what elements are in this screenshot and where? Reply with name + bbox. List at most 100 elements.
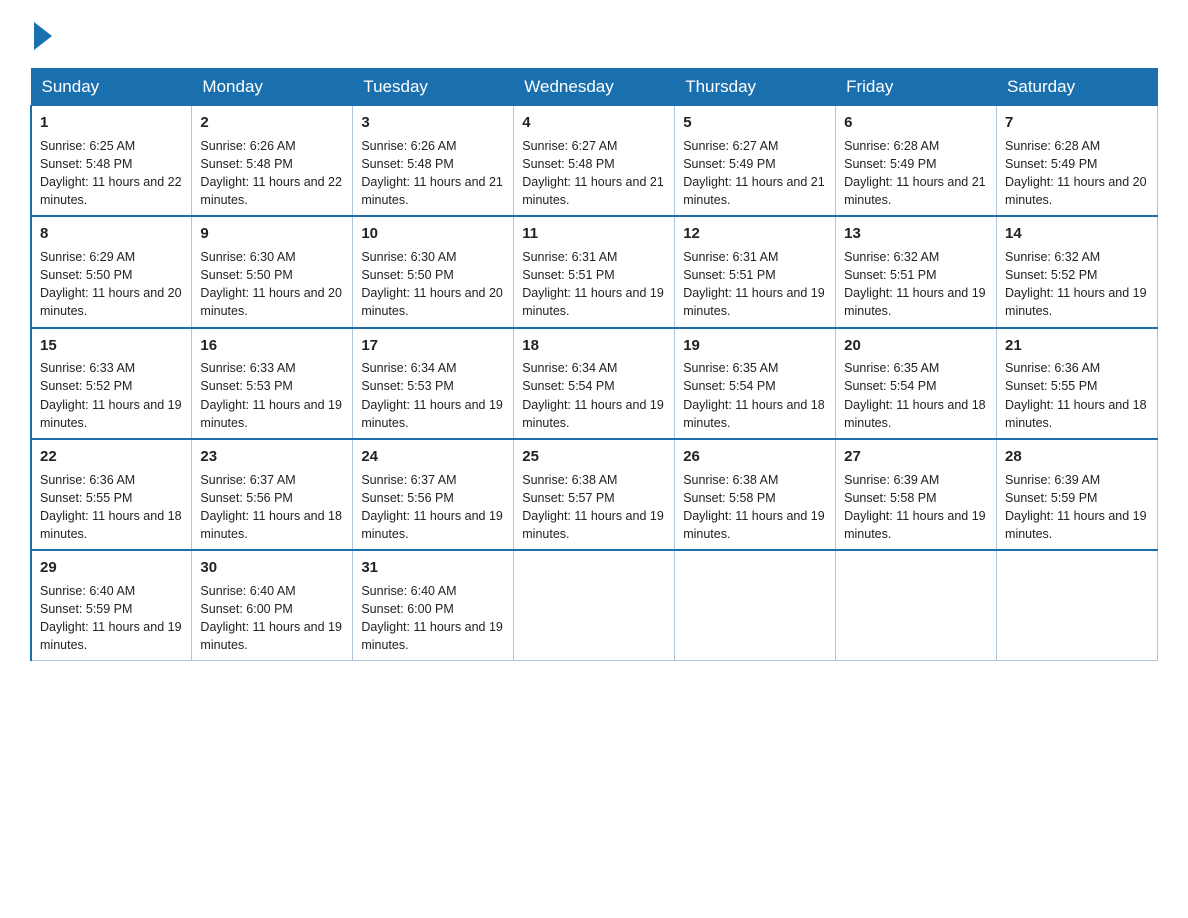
calendar-cell <box>836 550 997 661</box>
day-info: Sunrise: 6:34 AMSunset: 5:54 PMDaylight:… <box>522 359 666 432</box>
day-info: Sunrise: 6:40 AMSunset: 5:59 PMDaylight:… <box>40 582 183 655</box>
calendar-cell: 15Sunrise: 6:33 AMSunset: 5:52 PMDayligh… <box>31 328 192 439</box>
day-number: 19 <box>683 335 827 357</box>
day-number: 6 <box>844 112 988 134</box>
column-header-thursday: Thursday <box>675 69 836 106</box>
day-info: Sunrise: 6:26 AMSunset: 5:48 PMDaylight:… <box>200 137 344 210</box>
day-number: 17 <box>361 335 505 357</box>
day-info: Sunrise: 6:35 AMSunset: 5:54 PMDaylight:… <box>844 359 988 432</box>
day-number: 16 <box>200 335 344 357</box>
calendar-cell: 14 Sunrise: 6:32 AMSunset: 5:52 PMDayligh… <box>997 216 1158 327</box>
day-number: 1 <box>40 112 183 134</box>
calendar-cell: 5 Sunrise: 6:27 AMSunset: 5:49 PMDaylight… <box>675 106 836 217</box>
day-number: 10 <box>361 223 505 245</box>
day-info: Sunrise: 6:31 AMSunset: 5:51 PMDaylight:… <box>683 248 827 321</box>
day-info: Sunrise: 6:32 AMSunset: 5:52 PMDaylight:… <box>1005 248 1149 321</box>
calendar-cell <box>997 550 1158 661</box>
day-number: 20 <box>844 335 988 357</box>
day-info: Sunrise: 6:27 AMSunset: 5:49 PMDaylight:… <box>683 137 827 210</box>
day-number: 26 <box>683 446 827 468</box>
calendar-cell: 4 Sunrise: 6:27 AMSunset: 5:48 PMDaylight… <box>514 106 675 217</box>
calendar-cell: 13 Sunrise: 6:32 AMSunset: 5:51 PMDayligh… <box>836 216 997 327</box>
column-header-saturday: Saturday <box>997 69 1158 106</box>
day-info: Sunrise: 6:39 AMSunset: 5:58 PMDaylight:… <box>844 471 988 544</box>
logo <box>30 20 52 50</box>
calendar-week-row: 29 Sunrise: 6:40 AMSunset: 5:59 PMDayligh… <box>31 550 1158 661</box>
calendar-cell: 22 Sunrise: 6:36 AMSunset: 5:55 PMDayligh… <box>31 439 192 550</box>
calendar-cell: 20Sunrise: 6:35 AMSunset: 5:54 PMDayligh… <box>836 328 997 439</box>
day-info: Sunrise: 6:31 AMSunset: 5:51 PMDaylight:… <box>522 248 666 321</box>
calendar-cell: 21Sunrise: 6:36 AMSunset: 5:55 PMDayligh… <box>997 328 1158 439</box>
calendar-cell: 18Sunrise: 6:34 AMSunset: 5:54 PMDayligh… <box>514 328 675 439</box>
day-info: Sunrise: 6:36 AMSunset: 5:55 PMDaylight:… <box>1005 359 1149 432</box>
calendar-cell: 17Sunrise: 6:34 AMSunset: 5:53 PMDayligh… <box>353 328 514 439</box>
calendar-cell: 3 Sunrise: 6:26 AMSunset: 5:48 PMDaylight… <box>353 106 514 217</box>
calendar-cell: 31 Sunrise: 6:40 AMSunset: 6:00 PMDayligh… <box>353 550 514 661</box>
calendar-cell: 25Sunrise: 6:38 AMSunset: 5:57 PMDayligh… <box>514 439 675 550</box>
day-number: 29 <box>40 557 183 579</box>
day-info: Sunrise: 6:26 AMSunset: 5:48 PMDaylight:… <box>361 137 505 210</box>
day-info: Sunrise: 6:30 AMSunset: 5:50 PMDaylight:… <box>361 248 505 321</box>
calendar-cell: 11 Sunrise: 6:31 AMSunset: 5:51 PMDayligh… <box>514 216 675 327</box>
day-number: 4 <box>522 112 666 134</box>
calendar-cell: 29 Sunrise: 6:40 AMSunset: 5:59 PMDayligh… <box>31 550 192 661</box>
day-number: 25 <box>522 446 666 468</box>
day-number: 22 <box>40 446 183 468</box>
calendar-cell: 2 Sunrise: 6:26 AMSunset: 5:48 PMDaylight… <box>192 106 353 217</box>
calendar-cell: 30 Sunrise: 6:40 AMSunset: 6:00 PMDayligh… <box>192 550 353 661</box>
calendar-table: SundayMondayTuesdayWednesdayThursdayFrid… <box>30 68 1158 661</box>
day-number: 5 <box>683 112 827 134</box>
day-number: 28 <box>1005 446 1149 468</box>
calendar-week-row: 15Sunrise: 6:33 AMSunset: 5:52 PMDayligh… <box>31 328 1158 439</box>
day-number: 31 <box>361 557 505 579</box>
day-info: Sunrise: 6:25 AMSunset: 5:48 PMDaylight:… <box>40 137 183 210</box>
day-info: Sunrise: 6:37 AMSunset: 5:56 PMDaylight:… <box>361 471 505 544</box>
calendar-cell: 10 Sunrise: 6:30 AMSunset: 5:50 PMDayligh… <box>353 216 514 327</box>
calendar-cell: 24 Sunrise: 6:37 AMSunset: 5:56 PMDayligh… <box>353 439 514 550</box>
calendar-cell: 27 Sunrise: 6:39 AMSunset: 5:58 PMDayligh… <box>836 439 997 550</box>
day-number: 15 <box>40 335 183 357</box>
calendar-cell: 16Sunrise: 6:33 AMSunset: 5:53 PMDayligh… <box>192 328 353 439</box>
day-number: 30 <box>200 557 344 579</box>
calendar-week-row: 8Sunrise: 6:29 AMSunset: 5:50 PMDaylight… <box>31 216 1158 327</box>
day-info: Sunrise: 6:40 AMSunset: 6:00 PMDaylight:… <box>361 582 505 655</box>
day-info: Sunrise: 6:36 AMSunset: 5:55 PMDaylight:… <box>40 471 183 544</box>
calendar-week-row: 22 Sunrise: 6:36 AMSunset: 5:55 PMDayligh… <box>31 439 1158 550</box>
day-info: Sunrise: 6:30 AMSunset: 5:50 PMDaylight:… <box>200 248 344 321</box>
calendar-cell <box>675 550 836 661</box>
day-info: Sunrise: 6:32 AMSunset: 5:51 PMDaylight:… <box>844 248 988 321</box>
page-header <box>30 20 1158 50</box>
day-info: Sunrise: 6:39 AMSunset: 5:59 PMDaylight:… <box>1005 471 1149 544</box>
column-header-sunday: Sunday <box>31 69 192 106</box>
calendar-cell: 6 Sunrise: 6:28 AMSunset: 5:49 PMDaylight… <box>836 106 997 217</box>
day-info: Sunrise: 6:38 AMSunset: 5:58 PMDaylight:… <box>683 471 827 544</box>
calendar-cell: 28 Sunrise: 6:39 AMSunset: 5:59 PMDayligh… <box>997 439 1158 550</box>
day-info: Sunrise: 6:40 AMSunset: 6:00 PMDaylight:… <box>200 582 344 655</box>
day-info: Sunrise: 6:27 AMSunset: 5:48 PMDaylight:… <box>522 137 666 210</box>
column-header-monday: Monday <box>192 69 353 106</box>
day-info: Sunrise: 6:29 AMSunset: 5:50 PMDaylight:… <box>40 248 183 321</box>
day-number: 21 <box>1005 335 1149 357</box>
day-info: Sunrise: 6:33 AMSunset: 5:52 PMDaylight:… <box>40 359 183 432</box>
day-number: 24 <box>361 446 505 468</box>
logo-arrow-icon <box>34 22 52 50</box>
day-number: 11 <box>522 223 666 245</box>
day-number: 14 <box>1005 223 1149 245</box>
day-number: 13 <box>844 223 988 245</box>
day-number: 27 <box>844 446 988 468</box>
day-info: Sunrise: 6:28 AMSunset: 5:49 PMDaylight:… <box>1005 137 1149 210</box>
calendar-cell: 7Sunrise: 6:28 AMSunset: 5:49 PMDaylight… <box>997 106 1158 217</box>
day-info: Sunrise: 6:28 AMSunset: 5:49 PMDaylight:… <box>844 137 988 210</box>
calendar-header-row: SundayMondayTuesdayWednesdayThursdayFrid… <box>31 69 1158 106</box>
day-number: 3 <box>361 112 505 134</box>
column-header-wednesday: Wednesday <box>514 69 675 106</box>
day-number: 2 <box>200 112 344 134</box>
day-number: 23 <box>200 446 344 468</box>
calendar-cell: 1 Sunrise: 6:25 AMSunset: 5:48 PMDaylight… <box>31 106 192 217</box>
calendar-cell: 9Sunrise: 6:30 AMSunset: 5:50 PMDaylight… <box>192 216 353 327</box>
day-info: Sunrise: 6:34 AMSunset: 5:53 PMDaylight:… <box>361 359 505 432</box>
calendar-cell <box>514 550 675 661</box>
day-number: 12 <box>683 223 827 245</box>
column-header-friday: Friday <box>836 69 997 106</box>
calendar-cell: 8Sunrise: 6:29 AMSunset: 5:50 PMDaylight… <box>31 216 192 327</box>
